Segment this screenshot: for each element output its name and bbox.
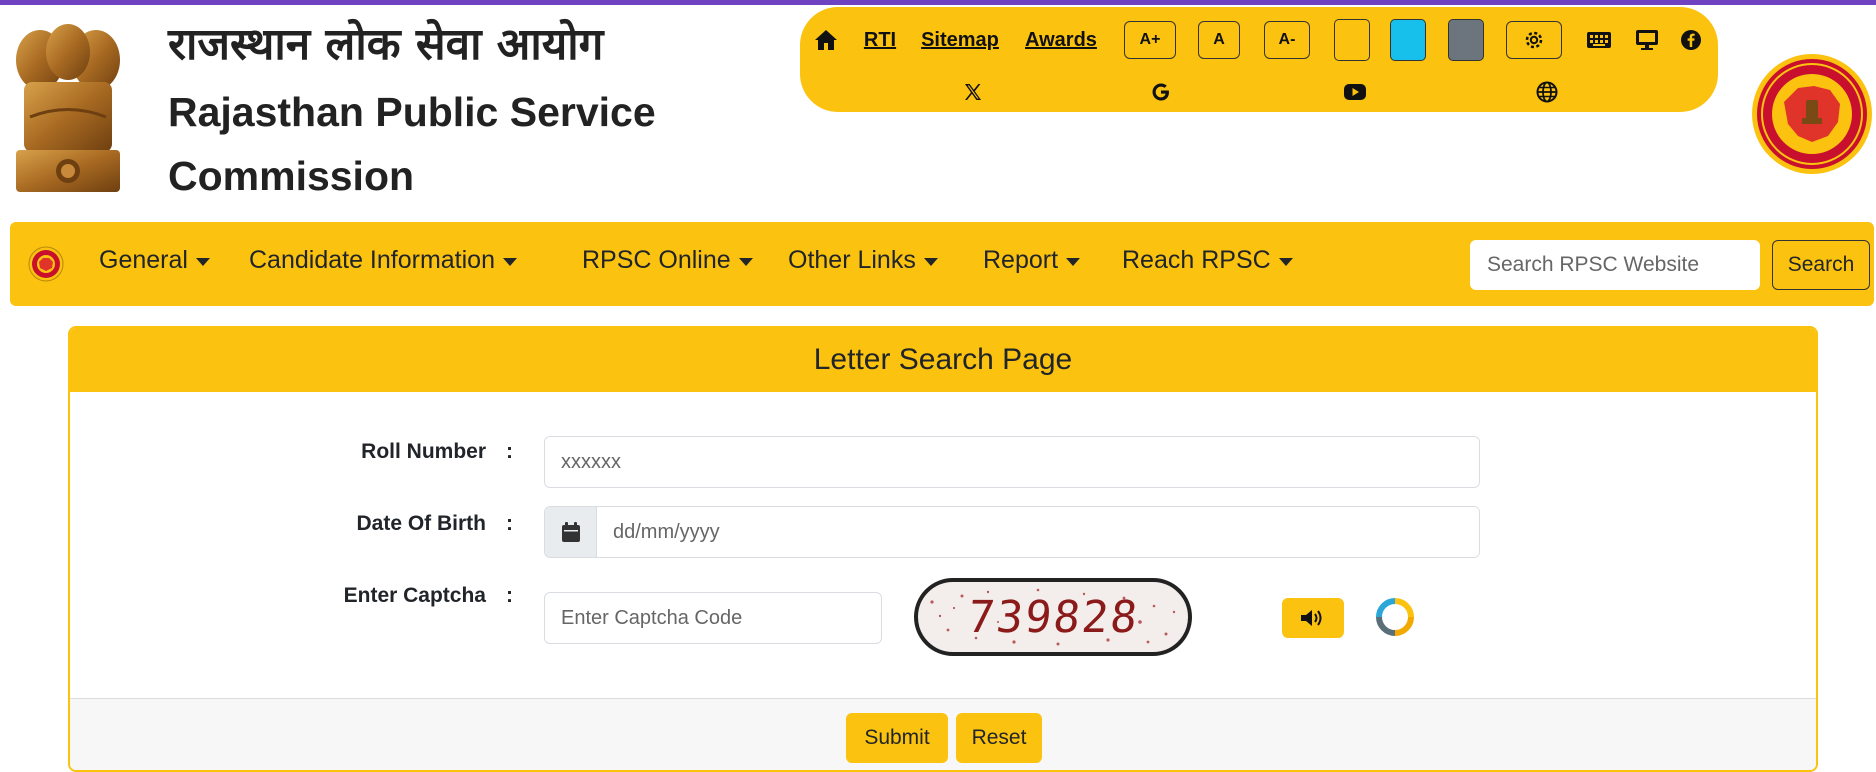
- nav-report-label: Report: [983, 246, 1059, 274]
- rti-link[interactable]: RTI: [858, 25, 902, 55]
- nav-rpsc-online-label: RPSC Online: [582, 246, 731, 274]
- caret-down-icon: [195, 257, 210, 266]
- card-footer: Submit Reset: [70, 698, 1816, 770]
- site-title-english: Rajasthan Public Service Commission: [168, 89, 656, 199]
- awards-link[interactable]: Awards: [1020, 25, 1102, 55]
- google-icon[interactable]: [1146, 77, 1176, 107]
- theme-yellow-swatch[interactable]: [1334, 19, 1370, 61]
- caret-down-icon: [738, 257, 753, 266]
- date-of-birth-group: [544, 506, 1480, 558]
- captcha-image: 739828: [914, 578, 1192, 656]
- theme-gray-swatch[interactable]: [1448, 19, 1484, 61]
- nav-reach-rpsc[interactable]: Reach RPSC: [1122, 246, 1293, 275]
- youtube-icon[interactable]: [1340, 77, 1370, 107]
- captcha-colon: :: [506, 584, 513, 607]
- facebook-icon[interactable]: [1676, 25, 1706, 55]
- nav-general[interactable]: General: [99, 246, 210, 275]
- calendar-icon[interactable]: [545, 507, 597, 557]
- captcha-input[interactable]: [544, 592, 882, 644]
- captcha-refresh-icon[interactable]: [1374, 596, 1416, 638]
- top-accent-line: [0, 0, 1876, 5]
- captcha-audio-button[interactable]: [1282, 598, 1344, 638]
- x-twitter-icon[interactable]: [958, 77, 988, 107]
- nav-reach-rpsc-label: Reach RPSC: [1122, 246, 1271, 274]
- main-navbar: General Candidate Information RPSC Onlin…: [10, 222, 1874, 306]
- captcha-label: Enter Captcha: [343, 584, 486, 607]
- captcha-code: 739828: [964, 591, 1142, 643]
- nav-candidate-information-label: Candidate Information: [249, 246, 495, 274]
- roll-number-colon: :: [506, 440, 513, 463]
- font-normal-button[interactable]: A: [1198, 21, 1240, 59]
- font-decrease-button[interactable]: A-: [1264, 21, 1310, 59]
- submit-button[interactable]: Submit: [846, 713, 948, 763]
- home-icon[interactable]: [808, 25, 844, 55]
- font-increase-button[interactable]: A+: [1124, 21, 1176, 59]
- date-of-birth-input[interactable]: [597, 507, 1479, 557]
- card-title: Letter Search Page: [70, 328, 1816, 392]
- keyboard-icon[interactable]: [1584, 25, 1614, 55]
- site-search-button[interactable]: Search: [1772, 240, 1870, 290]
- letter-search-card: Letter Search Page Roll Number : Date Of…: [68, 326, 1818, 772]
- monitor-icon[interactable]: [1632, 25, 1662, 55]
- roll-number-label: Roll Number: [361, 440, 486, 463]
- nav-candidate-information[interactable]: Candidate Information: [249, 246, 517, 275]
- nav-general-label: General: [99, 246, 188, 274]
- site-search-input[interactable]: [1470, 240, 1760, 290]
- nav-rpsc-online[interactable]: RPSC Online: [582, 246, 753, 275]
- caret-down-icon: [1066, 257, 1081, 266]
- date-of-birth-label: Date Of Birth: [356, 512, 486, 535]
- gear-icon[interactable]: [1506, 21, 1562, 59]
- site-title-hindi: राजस्थान लोक सेवा आयोग: [168, 19, 604, 70]
- utility-bar: RTI Sitemap Awards A+ A A-: [800, 7, 1718, 112]
- nav-other-links[interactable]: Other Links: [788, 246, 938, 275]
- theme-blue-swatch[interactable]: [1390, 19, 1426, 61]
- sitemap-link[interactable]: Sitemap: [916, 25, 1004, 55]
- speaker-icon: [1301, 610, 1322, 626]
- caret-down-icon: [1278, 257, 1293, 266]
- caret-down-icon: [502, 257, 517, 266]
- national-emblem-logo: [16, 24, 120, 192]
- roll-number-input[interactable]: [544, 436, 1480, 488]
- nav-other-links-label: Other Links: [788, 246, 916, 274]
- reset-button[interactable]: Reset: [956, 713, 1042, 763]
- caret-down-icon: [923, 257, 938, 266]
- globe-icon[interactable]: [1532, 77, 1562, 107]
- date-of-birth-colon: :: [506, 512, 513, 535]
- rpsc-nav-logo[interactable]: [28, 246, 64, 282]
- rpsc-seal-logo: [1752, 54, 1872, 174]
- nav-report[interactable]: Report: [983, 246, 1081, 275]
